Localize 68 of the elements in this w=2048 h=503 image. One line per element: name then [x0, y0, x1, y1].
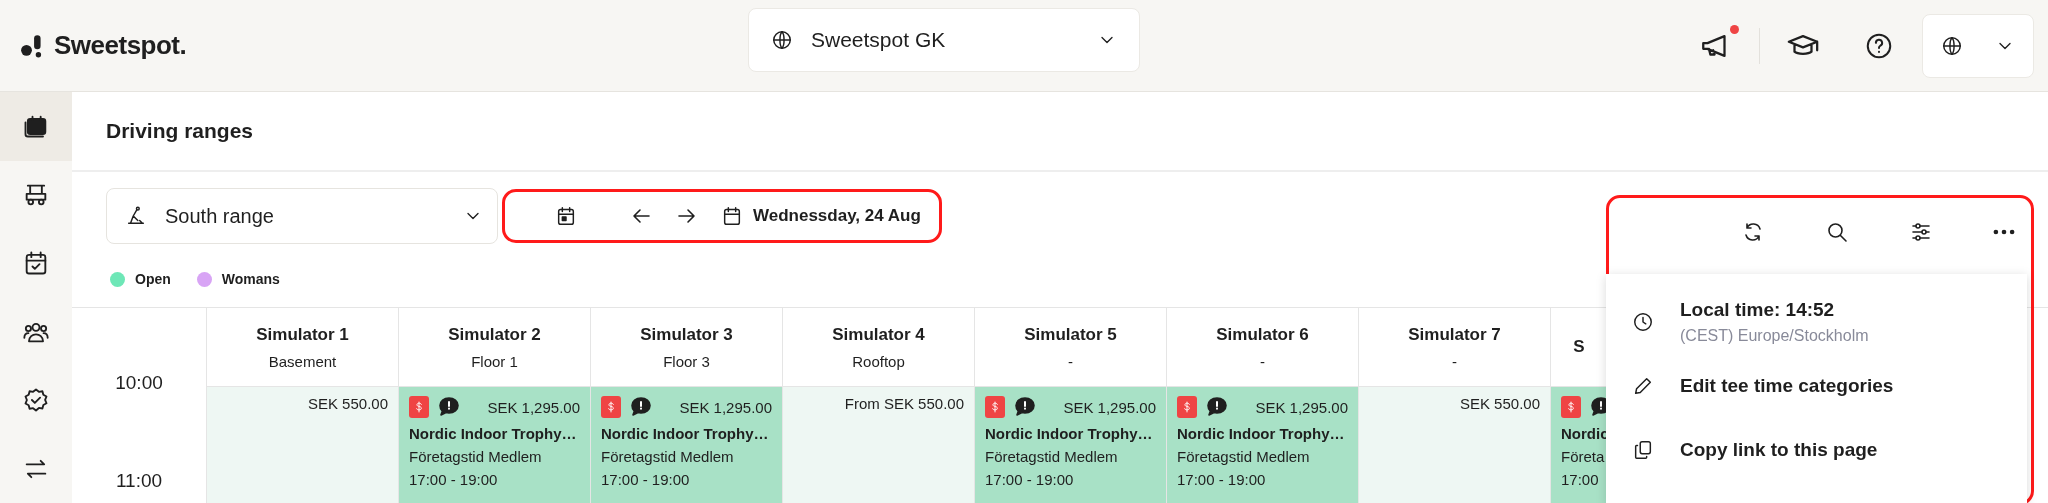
slot-price: SEK 1,295.00 [1255, 398, 1348, 416]
clock-icon [1632, 311, 1654, 333]
sidebar-item[interactable] [0, 92, 72, 161]
booking-title: Nordic Indoor Trophy… [985, 425, 1154, 442]
column-header: Simulator 3 [640, 324, 733, 345]
calendar-icon [555, 205, 577, 227]
slot-price: SEK 1,295.00 [487, 398, 580, 416]
time-label: 10:00 [115, 372, 163, 394]
slot-price: SEK 1,295.00 [679, 398, 772, 416]
copy-icon [1632, 439, 1654, 461]
booking-category: Företagstid Medlem [601, 448, 735, 465]
booking-title: Nordic Indoor Trophy… [1177, 425, 1346, 442]
pencil-icon [1632, 375, 1654, 397]
column-subtitle: Floor 1 [471, 352, 518, 370]
booking-time: 17:00 [1561, 471, 1600, 488]
menu-item[interactable]: Edit tee time categories [1606, 354, 2027, 418]
brand-name: Sweetspot. [54, 30, 187, 61]
slot-price: SEK 1,295.00 [1063, 398, 1156, 416]
booking-category: Företa [1561, 448, 1606, 465]
column-subtitle: Rooftop [852, 352, 905, 370]
time-label: 11:00 [115, 470, 163, 492]
comment-icon [629, 395, 653, 419]
comment-icon [437, 395, 461, 419]
column-header: Simulator 6 [1216, 324, 1309, 345]
golfer-icon [125, 205, 147, 227]
comment-icon [1013, 395, 1037, 419]
booking-time: 17:00 - 19:00 [1177, 471, 1267, 488]
booking-slot[interactable]: SEK 1,295.00 Nordic Indoor Trophy… Företagstid Medlem 17:00 - 19:00 [975, 387, 1166, 503]
booking-time: 17:00 - 19:00 [985, 471, 1075, 488]
menu-item[interactable]: Local time: 14:52 (CEST) Europe/Stockholm [1606, 290, 2027, 354]
column-subtitle: Floor 3 [663, 352, 710, 370]
booking-slot[interactable]: SEK 1,295.00 Nordic Indoor Trophy… Företagstid Medlem 17:00 - 19:00 [591, 387, 782, 503]
column-header: Simulator 5 [1024, 324, 1117, 345]
comment-icon [1205, 395, 1229, 419]
range-selector[interactable]: South range [106, 188, 498, 244]
booking-time: 17:00 - 19:00 [409, 471, 499, 488]
column-header: Simulator 2 [448, 324, 541, 345]
open-slot[interactable]: SEK 550.00 [207, 387, 398, 503]
booking-slot[interactable]: SEK 1,295.00 Nordic Indoor Trophy… Företagstid Medlem 17:00 - 19:00 [1167, 387, 1358, 503]
booking-title: Nordic Indoor Trophy… [409, 425, 578, 442]
booking-slot[interactable]: SEK 1,295.00 Nordic Indoor Trophy… Företagstid Medlem 17:00 - 19:00 [399, 387, 590, 503]
globe-icon [1941, 34, 1963, 57]
calendar-icon [721, 205, 743, 227]
column-header: Simulator 1 [256, 324, 349, 345]
column-header: S [1573, 337, 1585, 357]
booking-category: Företagstid Medlem [409, 448, 543, 465]
booking-title: Nordic Indoor Trophy… [601, 425, 770, 442]
sliders-icon [1909, 220, 1933, 244]
organization-selector[interactable]: Sweetspot GK [748, 8, 1140, 72]
booking-category: Företagstid Medlem [1177, 448, 1311, 465]
legend-label: Womans [221, 271, 280, 287]
column-header: Simulator 7 [1408, 324, 1501, 345]
column-subtitle: - [1260, 352, 1265, 370]
search-icon [1825, 220, 1849, 244]
open-slot[interactable]: From SEK 550.00 [783, 387, 974, 503]
language-selector[interactable] [1922, 13, 2034, 78]
column-subtitle: - [1452, 352, 1457, 370]
open-slot[interactable]: SEK 550.00 [1359, 387, 1550, 503]
more-icon [1993, 229, 2015, 235]
legend-label: Open [135, 271, 171, 287]
page-title: Driving ranges [106, 119, 254, 143]
column-header: Simulator 4 [832, 324, 925, 345]
column-subtitle: - [1068, 352, 1073, 370]
column-subtitle: Basement [268, 352, 337, 370]
booking-category: Företagstid Medlem [985, 448, 1119, 465]
date-picker[interactable]: Wednessday, 24 Aug [717, 201, 925, 231]
booking-time: 17:00 - 19:00 [601, 471, 691, 488]
globe-icon [771, 29, 793, 51]
